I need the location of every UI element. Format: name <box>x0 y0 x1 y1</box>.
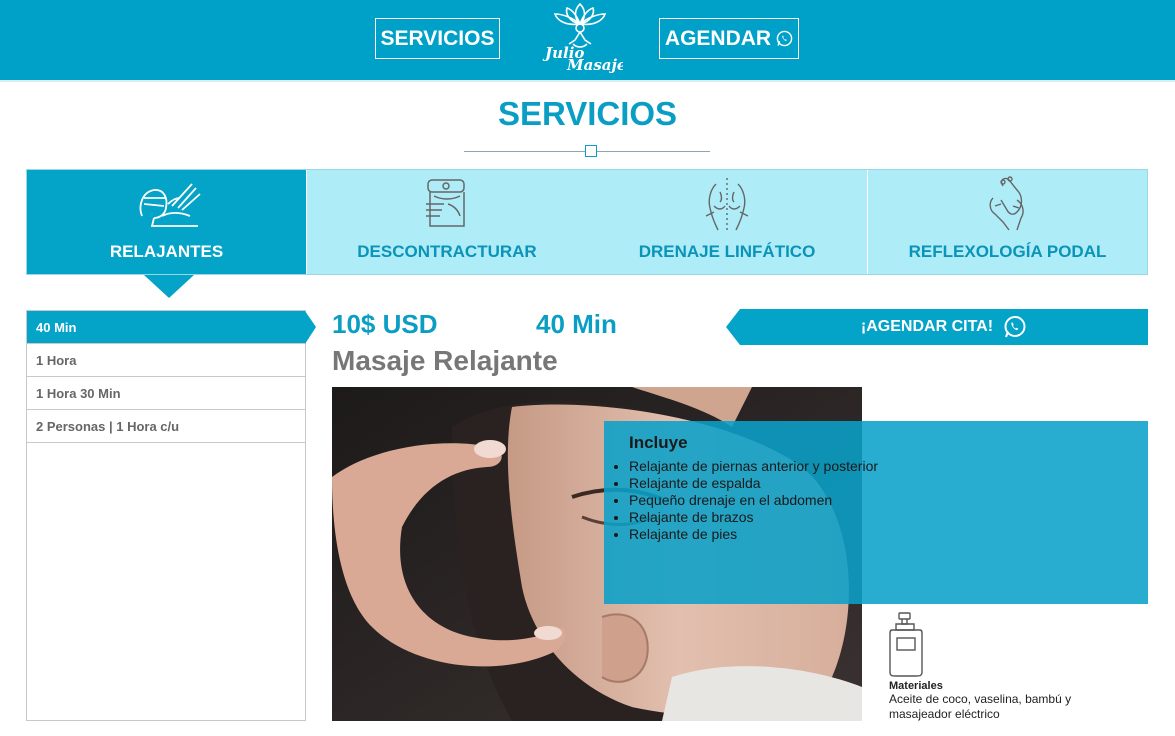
agendar-cita-label: ¡AGENDAR CITA! <box>860 318 994 335</box>
section-title: SERVICIOS <box>497 95 678 132</box>
tab-relajantes-label: RELAJANTES <box>109 242 224 261</box>
tab-drenaje-linfatico[interactable]: DRENAJE LINFÁTICO <box>587 170 867 274</box>
tab-reflexologia-podal[interactable]: REFLEXOLOGÍA PODAL <box>868 170 1147 274</box>
massage-icon <box>139 183 201 227</box>
materials-title: Materiales <box>889 680 943 692</box>
header-underline <box>0 80 1175 82</box>
duration-option-40-min[interactable]: 40 Min <box>27 311 316 344</box>
includes-item: Pequeño drenaje en el abdomen <box>629 492 1148 509</box>
service-duration: 40 Min <box>536 309 617 339</box>
includes-item: Relajante de espalda <box>629 475 1148 492</box>
duration-option-2-personas[interactable]: 2 Personas | 1 Hora c/u <box>27 410 305 443</box>
foot-massage-icon <box>989 176 1024 231</box>
lotion-bottle-icon <box>889 612 923 677</box>
tab-reflexologia-label: REFLEXOLOGÍA PODAL <box>908 242 1107 261</box>
divider-ornament <box>585 145 597 157</box>
agendar-nav-button[interactable]: AGENDAR <box>659 18 799 59</box>
service-category-tabs: RELAJANTES DESCONTRACTURAR DRENAJE LINFÁ… <box>26 169 1148 275</box>
includes-item: Relajante de pies <box>629 526 1148 543</box>
whatsapp-icon <box>1004 316 1026 338</box>
duration-option-1-hora[interactable]: 1 Hora <box>27 344 305 377</box>
logo-text-masajes: Masajes <box>566 56 623 74</box>
back-massage-icon <box>426 179 465 227</box>
tab-descontracturar-label: DESCONTRACTURAR <box>357 242 537 261</box>
service-title: Masaje Relajante <box>332 345 558 376</box>
duration-options-list: 40 Min 1 Hora 1 Hora 30 Min 2 Personas |… <box>26 310 316 721</box>
spine-back-icon <box>705 178 749 231</box>
includes-list: Relajante de piernas anterior y posterio… <box>629 458 1148 543</box>
active-tab-pointer <box>144 275 194 298</box>
materials-text: Aceite de coco, vaselina, bambú y masaje… <box>889 692 1072 721</box>
agendar-cita-button[interactable]: ¡AGENDAR CITA! <box>726 309 1148 345</box>
service-price: 10$ USD <box>332 309 438 339</box>
includes-item: Relajante de brazos <box>629 509 1148 526</box>
agendar-nav-label: AGENDAR <box>664 26 772 50</box>
julio-masajes-logo[interactable]: Julio Masajes <box>537 0 623 76</box>
tab-relajantes[interactable]: RELAJANTES <box>27 170 306 274</box>
includes-panel: Incluye Relajante de piernas anterior y … <box>604 421 1148 604</box>
tab-drenaje-label: DRENAJE LINFÁTICO <box>638 242 816 261</box>
servicios-nav-label: SERVICIOS <box>380 26 495 50</box>
includes-title: Incluye <box>629 433 688 452</box>
whatsapp-icon <box>776 30 793 47</box>
top-navigation-bar: SERVICIOS Julio Masajes AGENDAR <box>0 0 1175 80</box>
includes-item: Relajante de piernas anterior y posterio… <box>629 458 1148 475</box>
duration-option-1-hora-30-min[interactable]: 1 Hora 30 Min <box>27 377 305 410</box>
servicios-nav-button[interactable]: SERVICIOS <box>375 18 500 59</box>
tab-descontracturar[interactable]: DESCONTRACTURAR <box>307 170 587 274</box>
